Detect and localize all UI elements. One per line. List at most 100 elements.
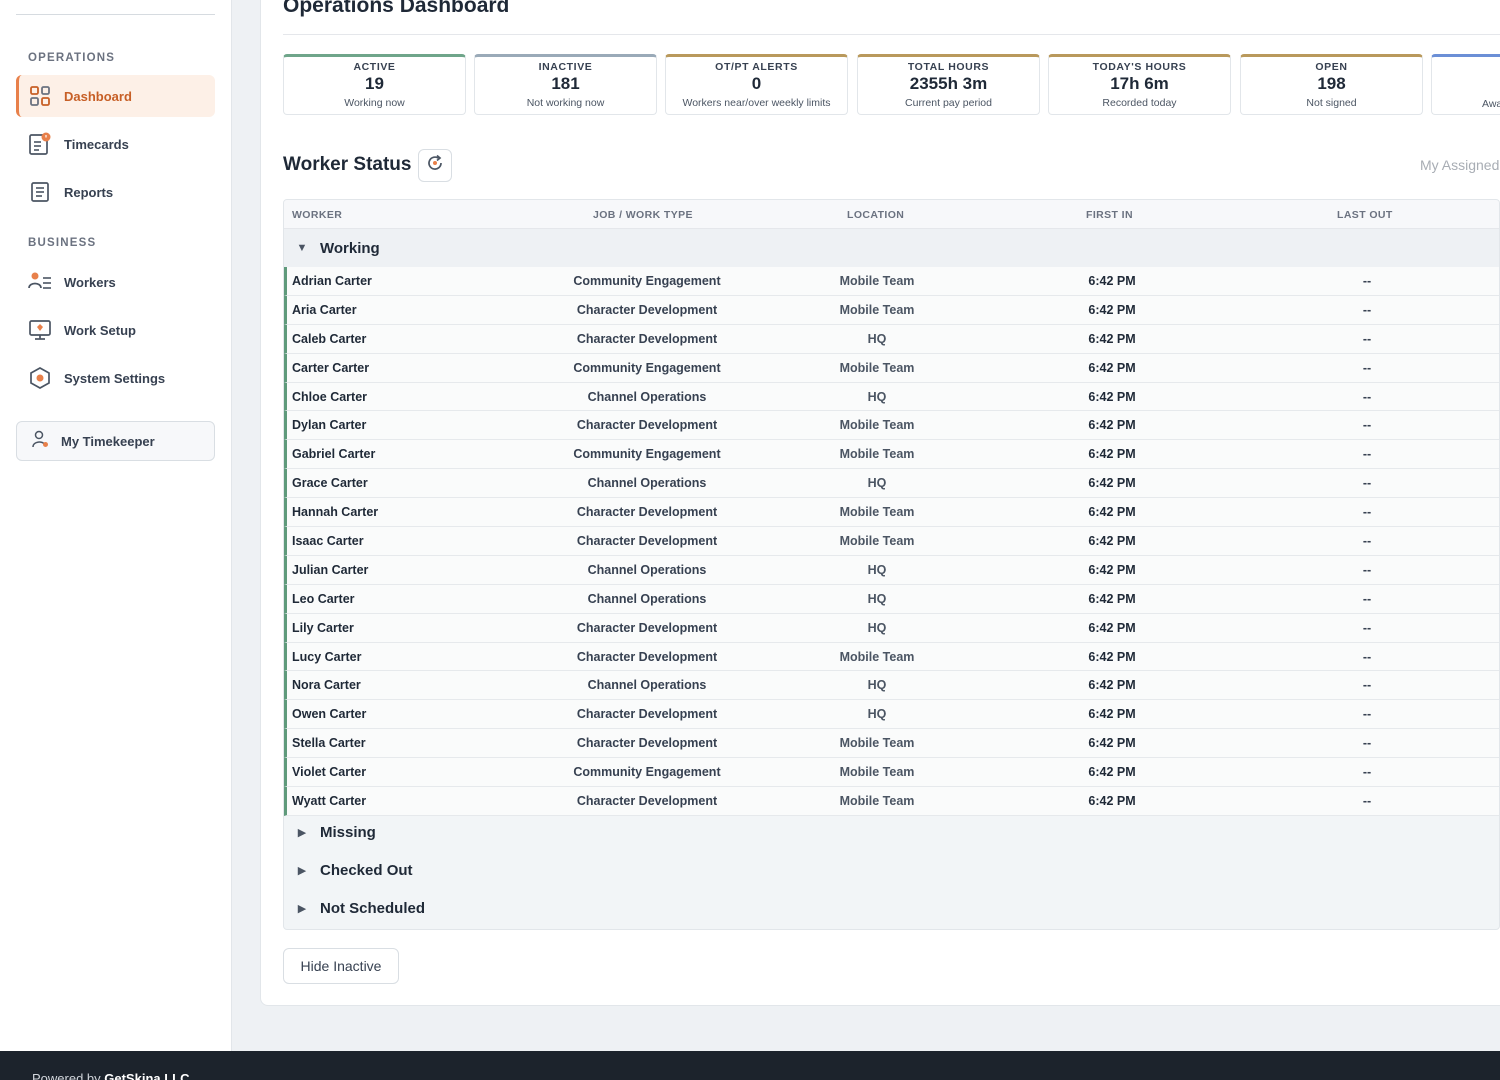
- worker-name: Nora Carter: [292, 678, 361, 693]
- stat-subtext: Recorded today: [1102, 97, 1177, 109]
- stat-card-ot-pt-alerts[interactable]: OT/PT ALERTS 0 Workers near/over weekly …: [665, 54, 848, 115]
- stat-card-todays-hours[interactable]: TODAY'S HOURS 17h 6m Recorded today: [1048, 54, 1231, 115]
- table-row[interactable]: Chloe Carter Channel Operations HQ 6:42 PM -…: [284, 382, 1499, 412]
- location: Mobile Team: [839, 302, 915, 317]
- column-header-last-out[interactable]: LAST OUT: [1337, 209, 1393, 221]
- stat-label: OPEN: [1315, 61, 1348, 73]
- refresh-icon: [425, 153, 445, 178]
- sidebar-item-label: Dashboard: [64, 88, 132, 104]
- stat-value: 2355h 3m: [909, 74, 988, 93]
- first-in: 6:42 PM: [1088, 649, 1136, 664]
- last-out: --: [1362, 765, 1372, 780]
- column-header-first-in[interactable]: FIRST IN: [1086, 209, 1133, 221]
- refresh-button[interactable]: [418, 149, 452, 182]
- table-row[interactable]: Caleb Carter Character Development HQ 6:42 …: [284, 324, 1499, 354]
- sidebar-item-label: System Settings: [64, 370, 166, 386]
- table-header: WORKER JOB / WORK TYPE LOCATION FIRST IN…: [284, 200, 1499, 229]
- table-row[interactable]: Owen Carter Character Development HQ 6:42 P…: [284, 700, 1499, 730]
- caret-right-icon: ▶: [297, 902, 307, 915]
- last-out: --: [1362, 736, 1372, 751]
- last-out: --: [1362, 447, 1372, 462]
- last-out: --: [1362, 534, 1372, 549]
- first-in: 6:42 PM: [1088, 476, 1136, 491]
- worker-status-table: WORKER JOB / WORK TYPE LOCATION FIRST IN…: [283, 199, 1500, 930]
- table-row[interactable]: Aria Carter Character Development Mobile T…: [284, 295, 1499, 325]
- stat-subtext: Awa: [1482, 98, 1500, 110]
- grid-icon: [28, 84, 52, 108]
- worker-name: Aria Carter: [292, 302, 357, 317]
- table-row[interactable]: Carter Carter Community Engagement Mobile …: [284, 353, 1499, 383]
- first-in: 6:42 PM: [1088, 736, 1136, 751]
- group-missing[interactable]: ▶ Missing: [284, 813, 1499, 851]
- sidebar-item-system-settings[interactable]: System Settings: [16, 357, 215, 399]
- table-row[interactable]: Adrian Carter Community Engagement Mobile …: [284, 267, 1499, 296]
- group-label: Checked Out: [320, 861, 413, 879]
- sidebar: OPERATIONS Dashboard Timecards Reports B…: [0, 0, 232, 1051]
- sidebar-item-dashboard[interactable]: Dashboard: [16, 75, 215, 117]
- table-row[interactable]: Gabriel Carter Community Engagement Mobile…: [284, 440, 1499, 470]
- stat-card-active[interactable]: ACTIVE 19 Working now: [283, 54, 466, 115]
- column-header-location[interactable]: LOCATION: [847, 209, 904, 221]
- first-in: 6:42 PM: [1088, 562, 1136, 577]
- sidebar-item-work-setup[interactable]: Work Setup: [16, 309, 215, 351]
- last-out: --: [1362, 302, 1372, 317]
- last-out: --: [1362, 360, 1372, 375]
- table-row[interactable]: Julian Carter Channel Operations HQ 6:42 PM…: [284, 555, 1499, 585]
- column-header-worker[interactable]: WORKER: [292, 209, 342, 221]
- footer-company-link[interactable]: GetSkina LLC: [104, 1071, 189, 1080]
- group-label: Working: [320, 239, 380, 257]
- job-type: Channel Operations: [587, 389, 707, 404]
- first-in: 6:42 PM: [1088, 302, 1136, 317]
- group-not-scheduled[interactable]: ▶ Not Scheduled: [284, 889, 1499, 927]
- stat-subtext: Working now: [344, 97, 405, 109]
- job-type: Character Development: [576, 707, 718, 722]
- first-in: 6:42 PM: [1088, 418, 1136, 433]
- my-timekeeper-label: My Timekeeper: [61, 433, 155, 449]
- table-row[interactable]: Hannah Carter Character Development Mobile…: [284, 498, 1499, 528]
- location: Mobile Team: [839, 534, 915, 549]
- stat-subtext: Current pay period: [905, 97, 992, 109]
- stat-card-inactive[interactable]: INACTIVE 181 Not working now: [474, 54, 657, 115]
- table-row[interactable]: Nora Carter Channel Operations HQ 6:42 PM --: [284, 671, 1499, 701]
- stat-label: TOTAL HOURS: [907, 61, 990, 73]
- stat-subtext: Not signed: [1306, 97, 1357, 109]
- stat-value: 19: [365, 74, 384, 93]
- sidebar-item-workers[interactable]: Workers: [16, 261, 215, 303]
- first-in: 6:42 PM: [1088, 794, 1136, 809]
- table-row[interactable]: Lucy Carter Character Development Mobile T…: [284, 642, 1499, 672]
- worker-name: Chloe Carter: [292, 389, 368, 404]
- person-clock-icon: [31, 430, 49, 453]
- location: HQ: [867, 620, 887, 635]
- job-type: Character Development: [576, 794, 718, 809]
- table-row[interactable]: Violet Carter Community Engagement Mobile …: [284, 758, 1499, 788]
- location: HQ: [867, 707, 887, 722]
- sidebar-item-timecards[interactable]: Timecards: [16, 123, 215, 165]
- footer: Powered by GetSkina LLC: [0, 1051, 1500, 1080]
- table-row[interactable]: Leo Carter Channel Operations HQ 6:42 PM --: [284, 584, 1499, 614]
- hide-inactive-button[interactable]: Hide Inactive: [283, 948, 399, 984]
- table-row[interactable]: Grace Carter Channel Operations HQ 6:42 PM -…: [284, 469, 1499, 499]
- table-row[interactable]: Lily Carter Character Development HQ 6:42 P…: [284, 613, 1499, 643]
- job-type: Character Development: [576, 418, 718, 433]
- last-out: --: [1362, 274, 1372, 288]
- sidebar-item-reports[interactable]: Reports: [16, 171, 215, 213]
- column-header-job[interactable]: JOB / WORK TYPE: [593, 209, 693, 221]
- first-in: 6:42 PM: [1088, 505, 1136, 520]
- job-type: Character Development: [576, 331, 718, 346]
- table-row[interactable]: Isaac Carter Character Development Mobile …: [284, 527, 1499, 556]
- stat-card-total-hours[interactable]: TOTAL HOURS 2355h 3m Current pay period: [857, 54, 1040, 115]
- table-row[interactable]: Wyatt Carter Character Development Mobile …: [284, 787, 1499, 816]
- section-label-business: BUSINESS: [28, 237, 97, 249]
- table-row[interactable]: Stella Carter Character Development Mobile…: [284, 729, 1499, 759]
- table-row[interactable]: Dylan Carter Character Development Mobile …: [284, 411, 1499, 441]
- group-working[interactable]: ▼ Working: [284, 229, 1499, 267]
- job-type: Community Engagement: [573, 274, 721, 288]
- title-divider: [283, 34, 1500, 35]
- my-timekeeper-button[interactable]: My Timekeeper: [16, 421, 215, 461]
- stat-card-awaiting[interactable]: Awa: [1431, 54, 1500, 115]
- my-assigned-filter[interactable]: My Assigned: [1420, 157, 1499, 173]
- group-checked-out[interactable]: ▶ Checked Out: [284, 851, 1499, 889]
- worker-name: Leo Carter: [292, 591, 355, 606]
- stat-card-open[interactable]: OPEN 198 Not signed: [1240, 54, 1423, 115]
- workers-icon: [28, 270, 52, 294]
